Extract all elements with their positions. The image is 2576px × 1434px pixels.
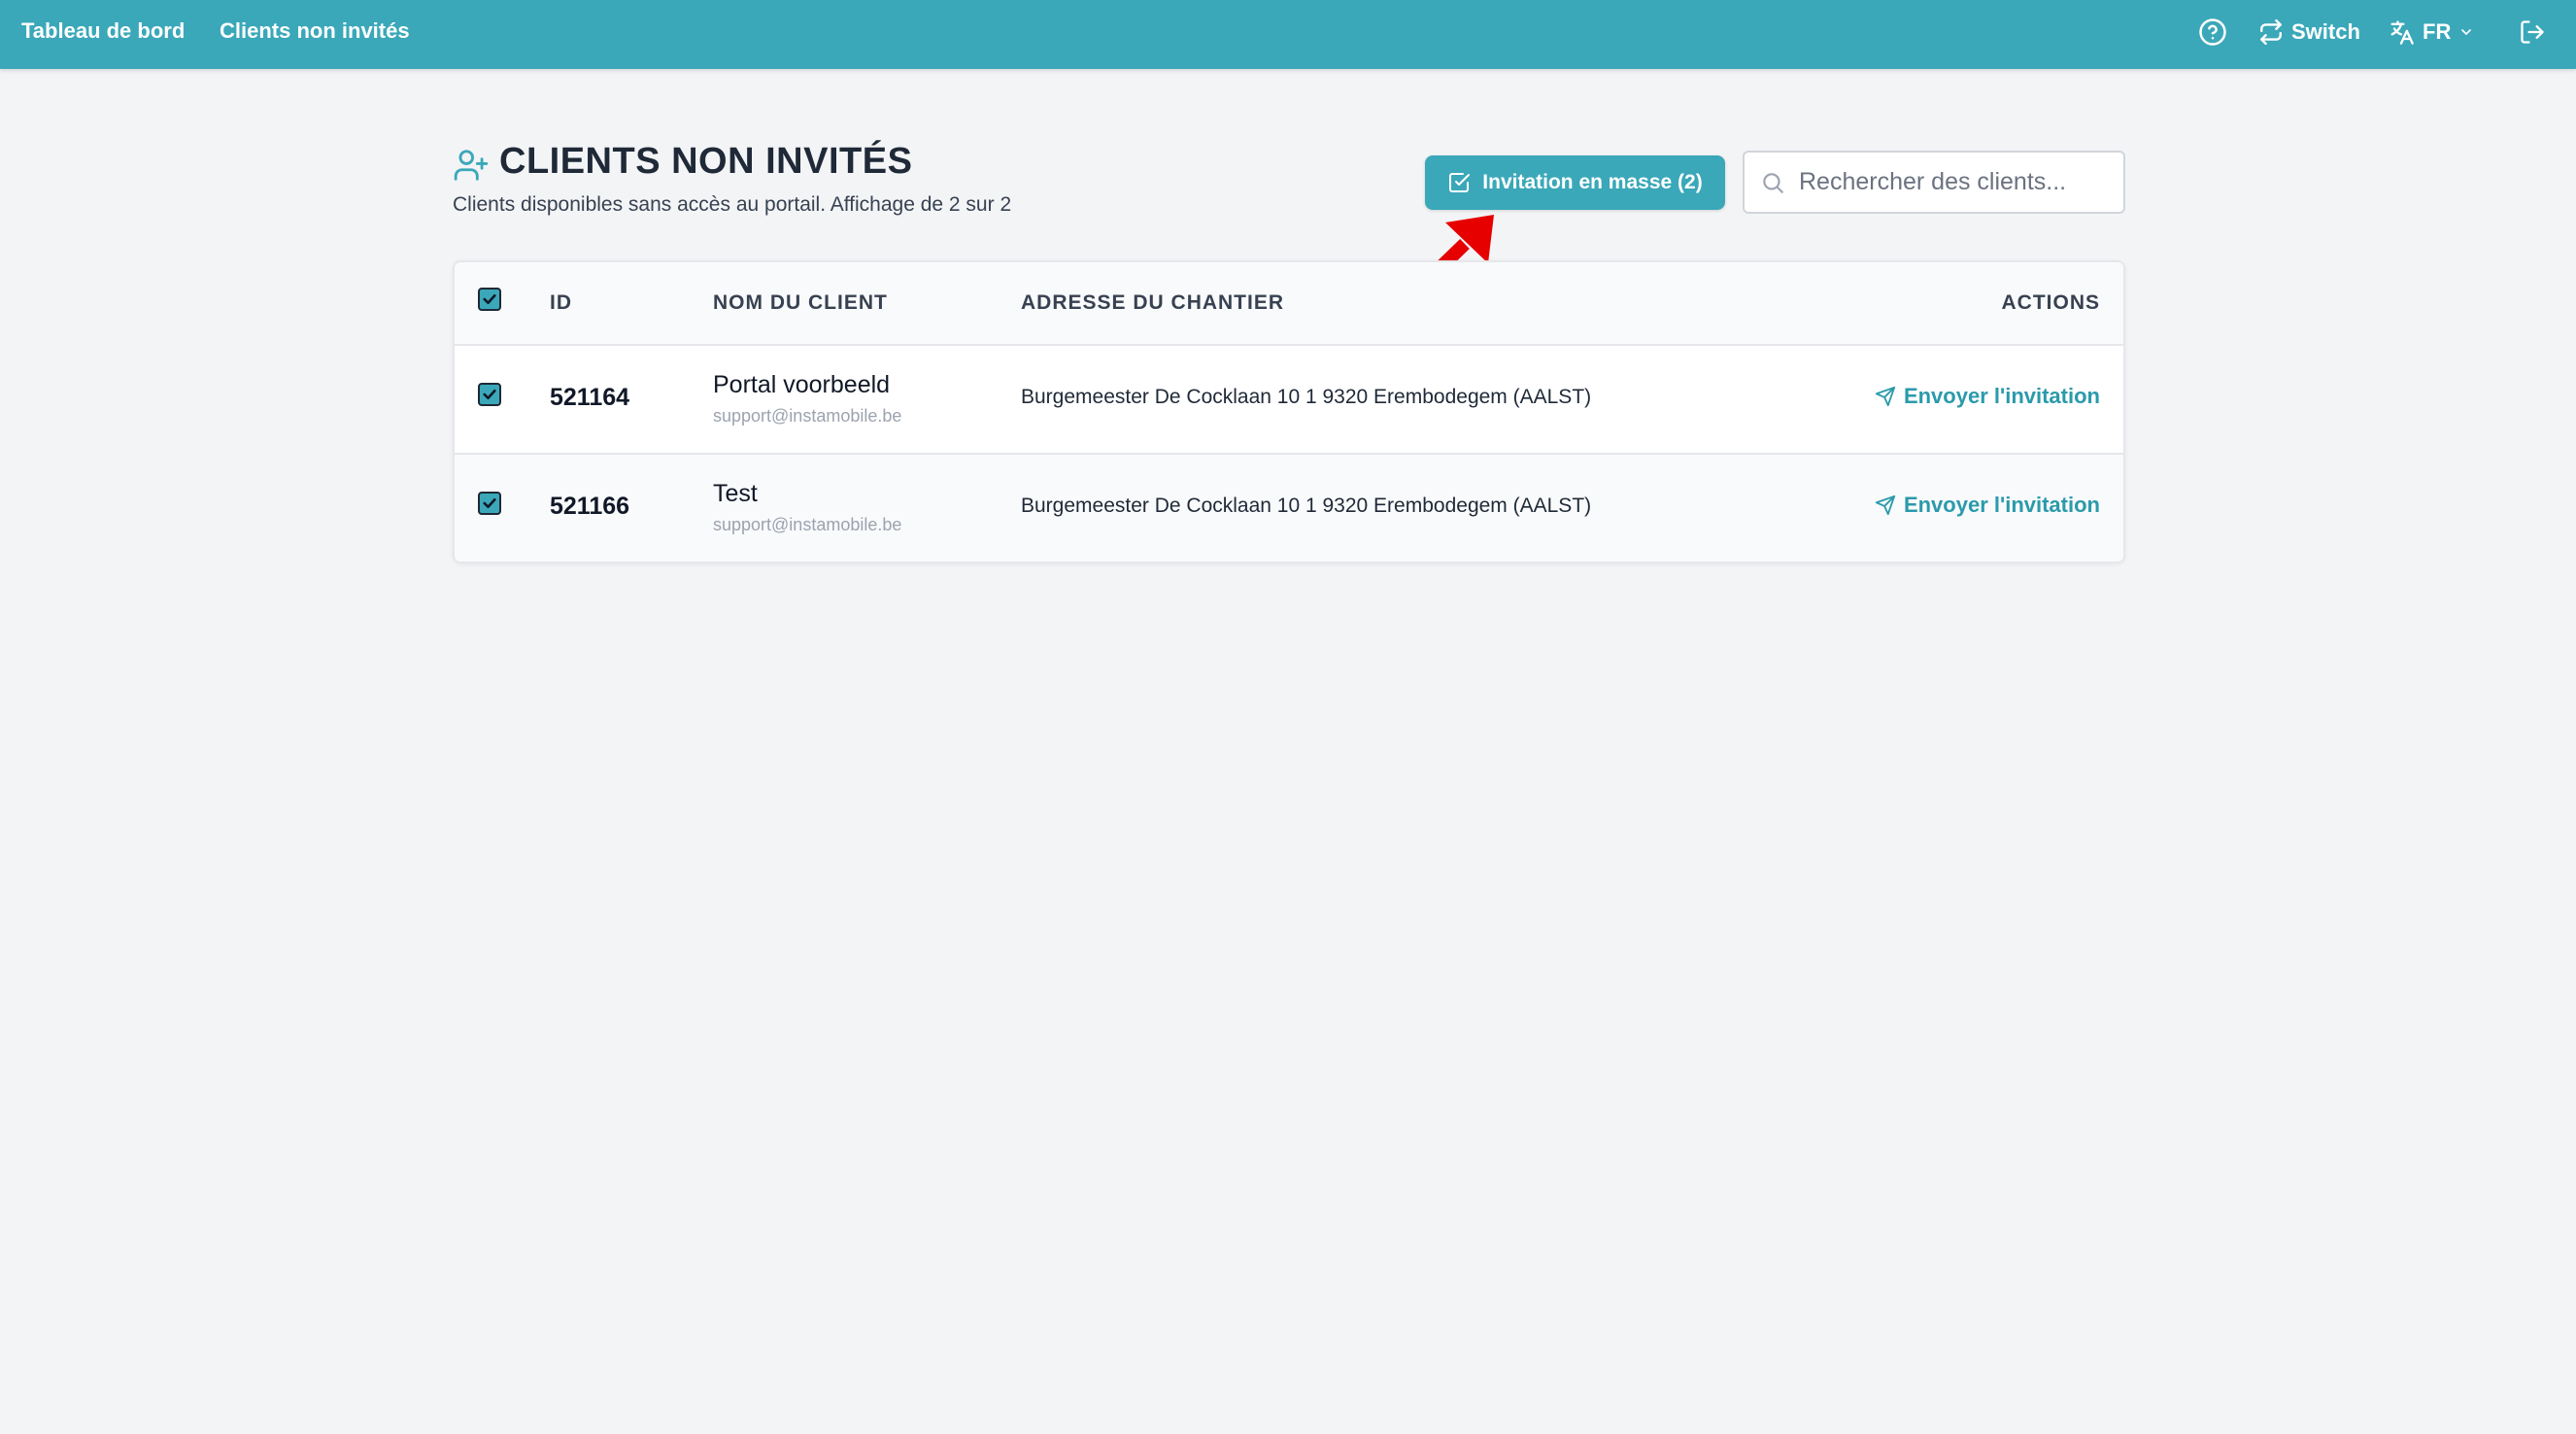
client-name: Test [713,480,758,507]
language-selector[interactable]: FR [2388,16,2474,49]
table-row: 521166 Test support@instamobile.be Burge… [455,455,2123,562]
client-id: 521166 [550,493,630,520]
page-subtitle: Clients disponibles sans accès au portai… [453,193,1012,216]
nav-link-uninvited-clients[interactable]: Clients non invités [220,0,410,62]
top-navigation-bar: Tableau de bord Clients non invités Swit… [0,0,2576,69]
select-all-checkbox[interactable] [478,288,501,311]
switch-arrows-icon [2260,19,2282,45]
language-label: FR [2423,19,2452,44]
chevron-down-icon [2461,29,2472,35]
send-invitation-link[interactable]: Envoyer l'invitation [1875,493,2100,518]
site-address: Burgemeester De Cocklaan 10 1 9320 Eremb… [1021,495,1592,517]
switch-button[interactable]: Switch [2258,16,2360,49]
client-name: Portal voorbeeld [713,371,891,398]
client-email: support@instamobile.be [713,515,902,534]
client-email: support@instamobile.be [713,406,902,426]
logout-button[interactable] [2519,16,2546,49]
row-checkbox[interactable] [478,383,501,406]
column-header-client-name[interactable]: NOM DU CLIENT [713,291,888,315]
checkbox-checked-icon [483,389,496,400]
checkbox-checked-icon [483,497,496,509]
column-header-id[interactable]: ID [550,291,572,315]
clients-table: ID NOM DU CLIENT ADRESSE DU CHANTIER ACT… [453,260,2125,563]
help-button[interactable] [2198,16,2227,49]
send-invitation-link[interactable]: Envoyer l'invitation [1875,384,2100,409]
search-input[interactable] [1799,168,2110,196]
search-icon [1763,172,1783,193]
switch-label: Switch [2291,19,2360,44]
column-header-actions: ACTIONS [2001,291,2100,314]
column-header-site-address[interactable]: ADRESSE DU CHANTIER [1021,291,1284,315]
translate-icon [2390,20,2414,45]
page-title: CLIENTS NON INVITÉS [499,141,913,182]
send-invitation-label: Envoyer l'invitation [1903,493,2100,517]
send-icon [1875,495,1896,516]
send-invitation-label: Envoyer l'invitation [1903,384,2100,408]
checkbox-checked-icon [483,293,496,305]
nav-link-dashboard[interactable]: Tableau de bord [21,0,185,62]
help-circle-icon [2199,18,2226,46]
client-id: 521164 [550,384,630,411]
user-plus-icon [454,150,489,181]
table-header: ID NOM DU CLIENT ADRESSE DU CHANTIER ACT… [455,262,2123,346]
check-square-icon [1449,173,1471,192]
bulk-invite-label: Invitation en masse (2) [1482,171,1703,193]
logout-icon [2521,20,2544,44]
send-icon [1875,386,1896,407]
search-field[interactable] [1743,151,2125,214]
bulk-invite-button[interactable]: Invitation en masse (2) [1425,155,1725,210]
site-address: Burgemeester De Cocklaan 10 1 9320 Eremb… [1021,386,1592,408]
table-row: 521164 Portal voorbeeld support@instamob… [455,346,2123,455]
row-checkbox[interactable] [478,492,501,515]
